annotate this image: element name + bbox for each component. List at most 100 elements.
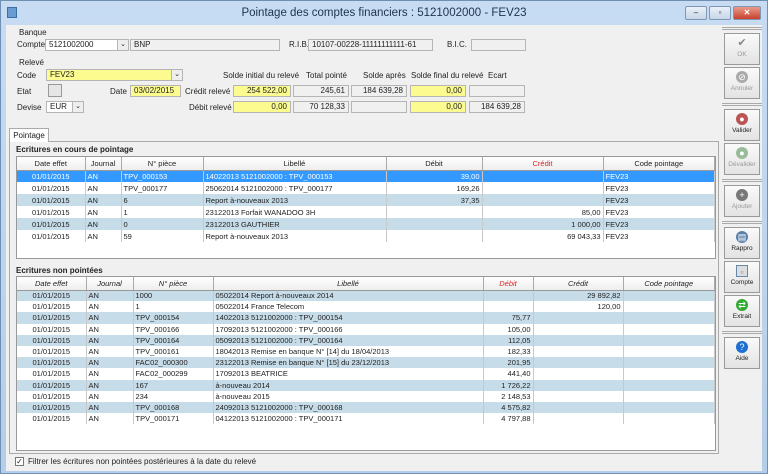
table-row[interactable]: 01/01/2015 AN 1000 05022014 Report à-nouvea… (17, 290, 715, 302)
credit-total-pointe: 245,61 (293, 85, 349, 97)
extract-icon: ⇄ (736, 299, 748, 311)
table-cell: AN (86, 290, 134, 302)
column-header[interactable]: Date effet (17, 157, 86, 171)
table-cell: 04122013 5121002000 : TPV_000171 (213, 413, 484, 425)
table-cell (623, 368, 715, 380)
table-cell: 29 892,82 (533, 290, 624, 302)
code-value: FEV23 (50, 70, 75, 79)
tab-pointage[interactable]: Pointage (9, 128, 49, 142)
total-pointe-header: Total pointé (306, 71, 347, 80)
table-cell: Report à-nouveaux 2013 (203, 194, 387, 206)
table-cell (483, 290, 534, 302)
column-header[interactable]: Crédit (533, 277, 624, 291)
table-row[interactable]: 01/01/2015 AN 1 05022014 France Telecom 120,… (17, 301, 715, 313)
chevron-down-icon[interactable]: ⌄ (72, 102, 83, 112)
compte-select[interactable]: 5121002000 ⌄ (45, 39, 129, 51)
rappro-button[interactable]: ▤ Rappro (724, 227, 760, 259)
column-header[interactable]: N° pièce (133, 277, 214, 291)
column-header[interactable]: Journal (85, 157, 122, 171)
table-cell (623, 312, 715, 324)
annuler-button[interactable]: ⊘ Annuler (724, 67, 760, 99)
table-row[interactable]: 01/01/2015 AN 6 Report à-nouveaux 2013 37,35… (17, 194, 715, 206)
table-row[interactable]: 01/01/2015 AN TPV_000168 24092013 512100200… (17, 401, 715, 414)
ajouter-button[interactable]: + Ajouter (724, 185, 760, 217)
table-row[interactable]: 01/01/2015 AN TPV_000166 17092013 512100200… (17, 323, 715, 335)
table-row[interactable]: 01/01/2015 AN 59 Report à-nouveaux 2013 69 0… (17, 230, 715, 242)
chevron-down-icon[interactable]: ⌄ (171, 70, 182, 80)
table-cell: 14022013 5121002000 : TPV_000154 (213, 312, 484, 324)
compte-button[interactable]: ▫ Compte (724, 261, 760, 293)
en-cours-title: Ecritures en cours de pointage (16, 145, 134, 154)
table-row[interactable]: 01/01/2015 AN TPV_000171 04122013 512100200… (17, 413, 715, 425)
chevron-down-icon[interactable]: ⌄ (117, 40, 128, 50)
table-cell: FAC02_000300 (133, 357, 214, 369)
close-button[interactable]: ✕ (733, 6, 761, 20)
table-row[interactable]: 01/01/2015 AN FAC02_000300 23122013 Remise … (17, 357, 715, 369)
table-row[interactable]: 01/01/2015 AN TPV_000161 18042013 Remise en… (17, 345, 715, 358)
column-header[interactable]: Débit (386, 157, 483, 171)
table-row[interactable]: 01/01/2015 AN TPV_000153 14022013 512100200… (17, 170, 715, 182)
ok-button[interactable]: ✔ OK (724, 33, 760, 65)
minimize-button[interactable]: – (685, 6, 707, 20)
table-cell (623, 390, 715, 402)
app-icon (7, 7, 17, 18)
table-cell: 01/01/2015 (17, 301, 87, 313)
table-row[interactable]: 01/01/2015 AN 234 à-nouveau 2015 2 148,53 (17, 390, 715, 402)
filter-checkbox[interactable]: ✓ (15, 457, 24, 466)
table-cell (623, 357, 715, 369)
credit-solde-initial[interactable]: 254 522,00 (233, 85, 291, 97)
rappro-label: Rappro (731, 245, 753, 252)
table-cell: 01/01/2015 (17, 230, 86, 242)
credit-solde-final[interactable]: 0,00 (410, 85, 466, 97)
en-cours-grid[interactable]: Date effet Journal N° pièce Libellé Débit Cré… (16, 156, 716, 259)
ok-label: OK (737, 51, 747, 58)
column-header[interactable]: Journal (86, 277, 134, 291)
column-header[interactable]: N° pièce (121, 157, 204, 171)
table-cell: Report à-nouveaux 2013 (203, 230, 387, 242)
column-header[interactable]: Date effet (17, 277, 87, 291)
table-cell: AN (86, 323, 134, 335)
extrait-button[interactable]: ⇄ Extrait (724, 295, 760, 327)
devise-select[interactable]: EUR ⌄ (46, 101, 84, 113)
table-row[interactable]: 01/01/2015 AN TPV_000164 05092013 512100200… (17, 334, 715, 346)
filter-label: Filtrer les écritures non pointées posté… (28, 457, 257, 466)
column-header[interactable]: Code pointage (623, 277, 715, 291)
compte-label: Compte (17, 40, 46, 49)
table-cell: 01/01/2015 (17, 345, 87, 358)
etat-lock-icon[interactable] (48, 84, 62, 97)
debit-solde-initial[interactable]: 0,00 (233, 101, 291, 113)
non-pointees-grid[interactable]: Date effet Journal N° pièce Libellé Débit Cré… (16, 276, 716, 451)
table-cell: AN (85, 218, 122, 230)
table-row[interactable]: 01/01/2015 AN 167 à-nouveau 2014 1 726,22 (17, 379, 715, 391)
devalider-button[interactable]: ● Dévalider (724, 143, 760, 175)
maximize-button[interactable]: ▫ (709, 6, 731, 20)
table-cell: TPV_000153 (121, 170, 204, 182)
table-row[interactable]: 01/01/2015 AN 1 23122013 Forfait WANADOO 3H… (17, 206, 715, 218)
column-header[interactable]: Crédit (482, 157, 604, 171)
table-cell: FEV23 (603, 218, 715, 230)
valider-button[interactable]: ● Valider (724, 109, 760, 141)
table-row[interactable]: 01/01/2015 AN TPV_000177 25062014 512100200… (17, 182, 715, 194)
aide-button[interactable]: ? Aide (724, 337, 760, 369)
column-header[interactable]: Libellé (203, 157, 387, 171)
column-header[interactable]: Libellé (213, 277, 484, 291)
table-cell (386, 230, 483, 242)
table-row[interactable]: 01/01/2015 AN TPV_000154 14022013 512100200… (17, 312, 715, 324)
date-field[interactable]: 03/02/2015 (130, 85, 181, 97)
debit-ecart: 184 639,28 (469, 101, 525, 113)
debit-total-pointe: 70 128,33 (293, 101, 349, 113)
table-cell (533, 368, 624, 380)
table-row[interactable]: 01/01/2015 AN 0 23122013 GAUTHIER 1 000,00 FE… (17, 218, 715, 230)
table-cell: 01/01/2015 (17, 290, 87, 302)
column-header[interactable]: Code pointage (603, 157, 715, 171)
table-cell: 1 (121, 206, 204, 218)
debit-solde-final[interactable]: 0,00 (410, 101, 466, 113)
devise-label: Devise (17, 103, 42, 112)
column-header[interactable]: Débit (483, 277, 534, 291)
credit-releve-label: Crédit relevé (185, 87, 231, 96)
table-row[interactable]: 01/01/2015 AN FAC02_000299 17092013 BEATRIC… (17, 368, 715, 380)
table-cell (623, 301, 715, 313)
code-select[interactable]: FEV23 ⌄ (46, 69, 183, 81)
table-cell (533, 334, 624, 346)
window-title: Pointage des comptes financiers : 512100… (241, 7, 527, 19)
